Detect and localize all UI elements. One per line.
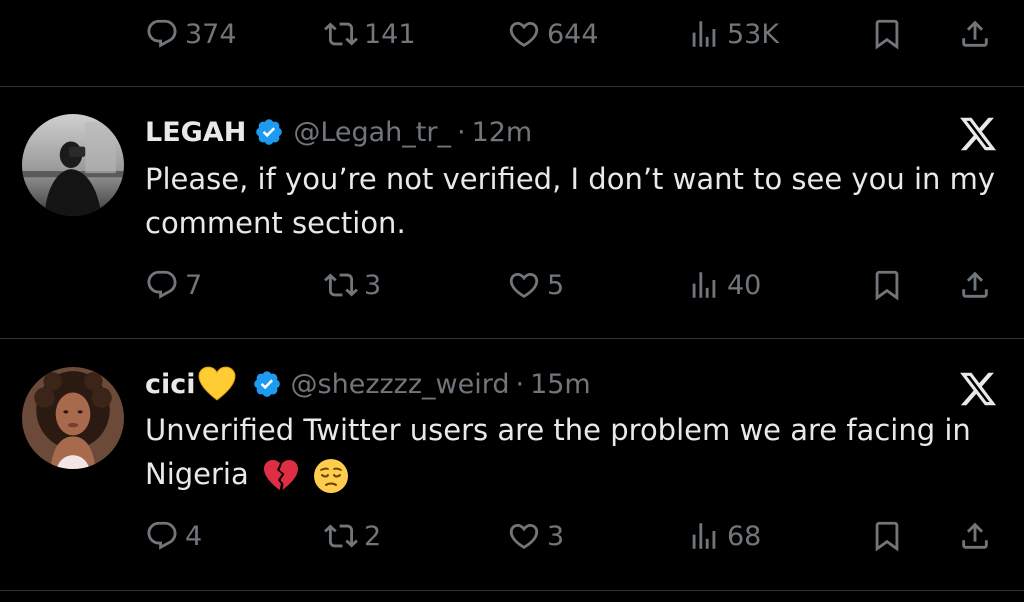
x-logo-icon[interactable] bbox=[956, 114, 1000, 154]
reply-button[interactable]: 4 bbox=[145, 514, 202, 558]
tweet[interactable]: cici @shezzzz_weird · 15m Unverified Twi… bbox=[0, 339, 1024, 589]
retweet-button[interactable]: 141 bbox=[324, 12, 416, 56]
heart-icon bbox=[507, 268, 541, 302]
pensive-face-icon bbox=[313, 458, 349, 494]
broken-heart-icon bbox=[263, 458, 299, 494]
avatar[interactable] bbox=[22, 114, 124, 216]
like-button[interactable]: 3 bbox=[507, 514, 564, 558]
views-count: 68 bbox=[727, 520, 762, 552]
timestamp[interactable]: 12m bbox=[472, 117, 533, 148]
share-button[interactable] bbox=[958, 263, 992, 307]
bookmark-button[interactable] bbox=[870, 514, 904, 558]
like-count: 3 bbox=[547, 520, 565, 552]
views-button[interactable]: 53K bbox=[687, 12, 779, 56]
views-button[interactable]: 40 bbox=[687, 263, 761, 307]
retweet-count: 2 bbox=[364, 520, 382, 552]
yellow-heart-icon bbox=[198, 366, 236, 402]
bookmark-button[interactable] bbox=[870, 263, 904, 307]
user-handle[interactable]: @shezzzz_weird bbox=[291, 369, 510, 400]
bookmark-icon bbox=[870, 268, 904, 302]
tweet[interactable]: LEGAH @Legah_tr_ · 12m Please, if you’re… bbox=[0, 87, 1024, 337]
user-handle[interactable]: @Legah_tr_ bbox=[293, 117, 451, 148]
top-tweet-action-bar: 374 141 644 53K bbox=[0, 12, 1024, 56]
reply-icon bbox=[145, 17, 179, 51]
views-icon bbox=[687, 17, 721, 51]
x-logo-icon[interactable] bbox=[956, 369, 1000, 409]
separator: · bbox=[456, 116, 466, 148]
tweet-action-bar: 4 2 3 68 bbox=[0, 514, 1024, 558]
retweet-icon bbox=[324, 519, 358, 553]
tweet-header: cici @shezzzz_weird · 15m bbox=[145, 364, 591, 404]
views-icon bbox=[687, 519, 721, 553]
display-name[interactable]: LEGAH bbox=[145, 117, 246, 148]
tweet-text-content: Please, if you’re not verified, I don’t … bbox=[145, 162, 996, 240]
display-name[interactable]: cici bbox=[145, 369, 196, 400]
reply-button[interactable]: 7 bbox=[145, 263, 202, 307]
retweet-count: 141 bbox=[364, 18, 416, 50]
verified-badge-icon bbox=[252, 369, 282, 399]
tweet-text: Unverified Twitter users are the problem… bbox=[145, 408, 995, 496]
views-icon bbox=[687, 268, 721, 302]
reply-icon bbox=[145, 268, 179, 302]
avatar[interactable] bbox=[22, 367, 124, 469]
separator: · bbox=[515, 368, 525, 400]
retweet-count: 3 bbox=[364, 269, 382, 301]
views-count: 40 bbox=[727, 269, 762, 301]
share-button[interactable] bbox=[958, 12, 992, 56]
bookmark-icon bbox=[870, 17, 904, 51]
tweet-text: Please, if you’re not verified, I don’t … bbox=[145, 157, 995, 245]
bookmark-icon bbox=[870, 519, 904, 553]
bookmark-button[interactable] bbox=[870, 12, 904, 56]
retweet-icon bbox=[324, 17, 358, 51]
share-icon bbox=[958, 268, 992, 302]
like-button[interactable]: 644 bbox=[507, 12, 599, 56]
tweet-header: LEGAH @Legah_tr_ · 12m bbox=[145, 112, 532, 152]
retweet-icon bbox=[324, 268, 358, 302]
tweet-action-bar: 7 3 5 40 bbox=[0, 263, 1024, 307]
timestamp[interactable]: 15m bbox=[530, 369, 591, 400]
reply-icon bbox=[145, 519, 179, 553]
heart-icon bbox=[507, 17, 541, 51]
share-icon bbox=[958, 519, 992, 553]
share-icon bbox=[958, 17, 992, 51]
heart-icon bbox=[507, 519, 541, 553]
views-button[interactable]: 68 bbox=[687, 514, 761, 558]
reply-count: 4 bbox=[185, 520, 203, 552]
like-count: 5 bbox=[547, 269, 565, 301]
verified-badge-icon bbox=[254, 117, 284, 147]
views-count: 53K bbox=[727, 18, 780, 50]
retweet-button[interactable]: 2 bbox=[324, 514, 381, 558]
like-count: 644 bbox=[547, 18, 599, 50]
like-button[interactable]: 5 bbox=[507, 263, 564, 307]
reply-count: 7 bbox=[185, 269, 203, 301]
reply-button[interactable]: 374 bbox=[145, 12, 237, 56]
reply-count: 374 bbox=[185, 18, 237, 50]
retweet-button[interactable]: 3 bbox=[324, 263, 381, 307]
share-button[interactable] bbox=[958, 514, 992, 558]
divider bbox=[0, 590, 1024, 591]
